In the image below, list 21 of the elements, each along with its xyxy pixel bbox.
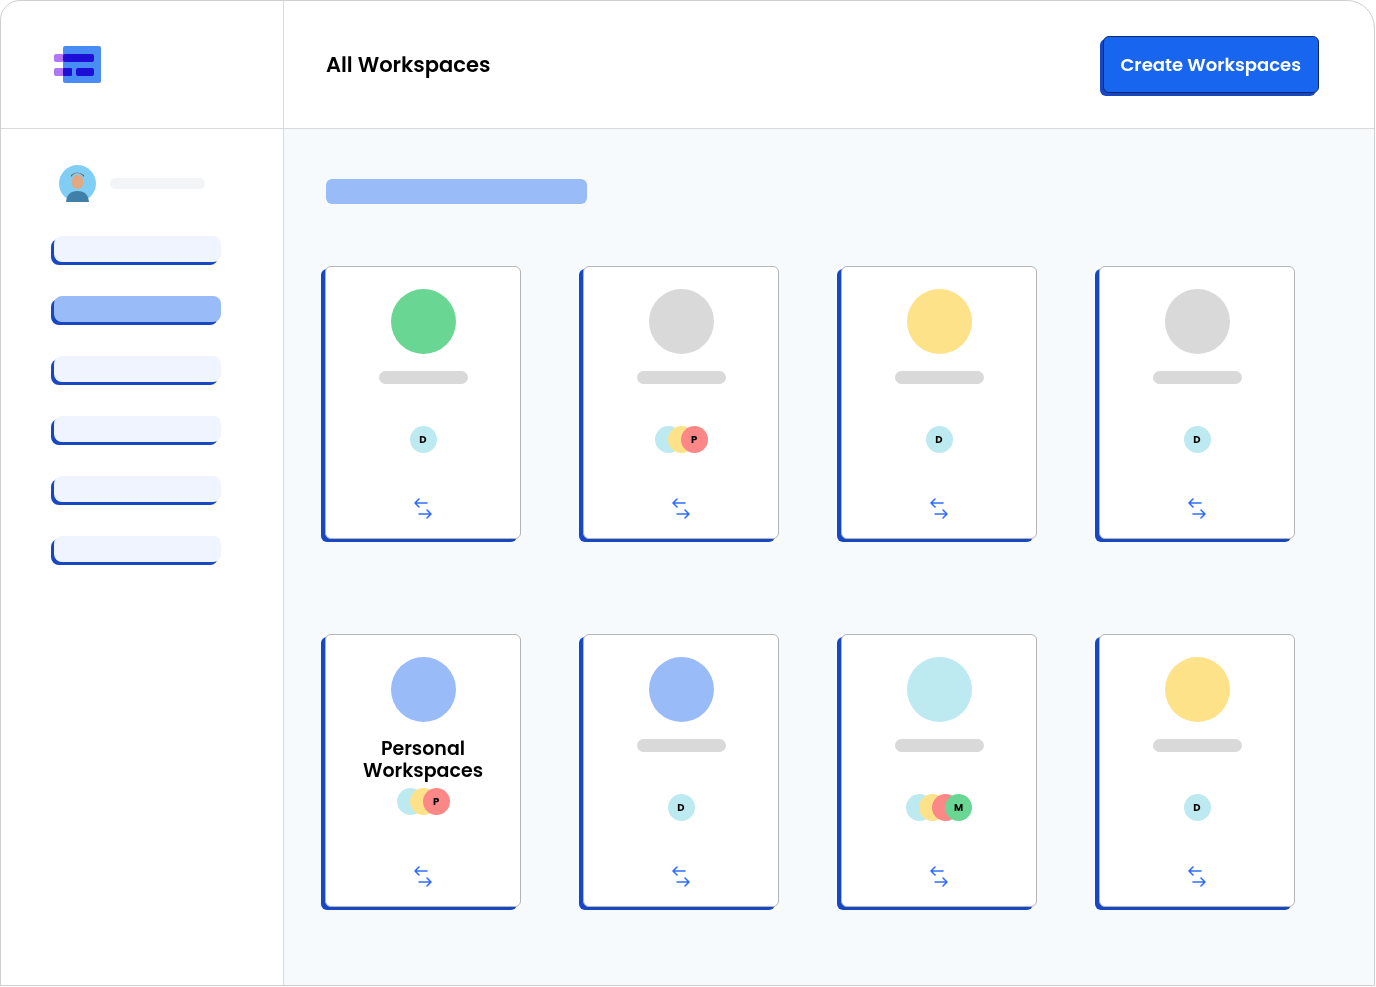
member-avatar: P bbox=[680, 426, 708, 453]
workspace-name: Personal Workspaces bbox=[362, 738, 484, 782]
member-avatar: D bbox=[1183, 426, 1211, 453]
swap-arrows-icon[interactable] bbox=[1187, 498, 1207, 520]
swap-arrows-icon[interactable] bbox=[413, 498, 433, 520]
create-workspaces-button[interactable]: Create Workspaces bbox=[1102, 36, 1319, 93]
swap-arrows-icon[interactable] bbox=[929, 866, 949, 888]
member-avatar: P bbox=[422, 788, 450, 815]
swap-arrows-icon[interactable] bbox=[1187, 866, 1207, 888]
swap-arrows-icon[interactable] bbox=[929, 498, 949, 520]
logo-icon bbox=[54, 45, 102, 84]
member-avatar: D bbox=[409, 426, 437, 453]
swap-arrows-icon[interactable] bbox=[671, 498, 691, 520]
member-avatar: D bbox=[1183, 794, 1211, 821]
member-avatar: D bbox=[925, 426, 953, 453]
member-avatar: D bbox=[667, 794, 695, 821]
page-title: All Workspaces bbox=[326, 48, 491, 81]
swap-arrows-icon[interactable] bbox=[671, 866, 691, 888]
swap-arrows-icon[interactable] bbox=[413, 866, 433, 888]
member-avatar: M bbox=[945, 794, 972, 821]
user-avatar bbox=[59, 165, 96, 202]
